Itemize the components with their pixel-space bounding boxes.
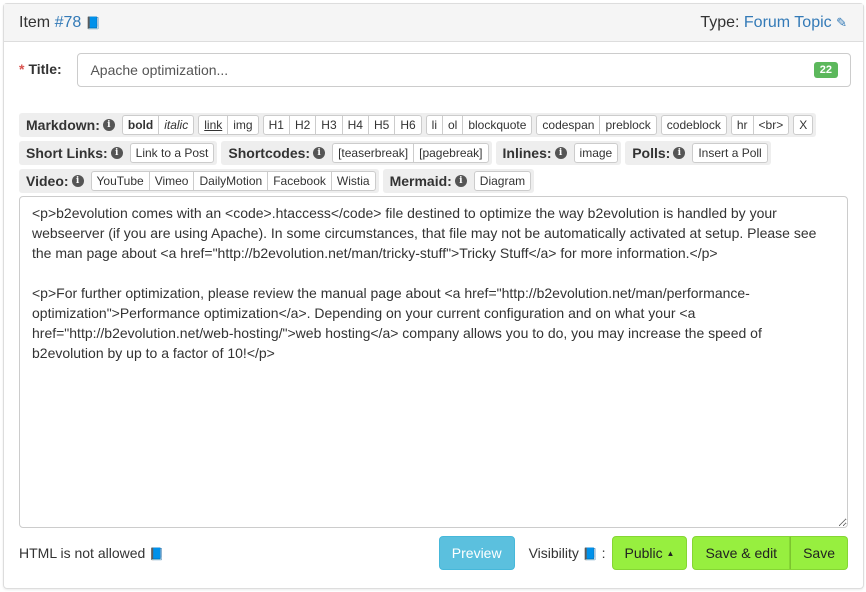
toolbar-button-ol[interactable]: ol — [442, 116, 462, 134]
panel-header: Item #78 📘 Type: Forum Topic ✎ — [4, 4, 863, 42]
toolbar-button-br[interactable]: <br> — [752, 116, 789, 134]
item-type: Type: Forum Topic ✎ — [700, 13, 847, 31]
button-group: H1 H2 H3 H4 H5 H6 — [262, 115, 422, 135]
button-group: Insert a Poll — [692, 143, 768, 163]
char-count-badge: 22 — [813, 62, 838, 78]
editor-toolbar-row: Video: i YouTube Vimeo DailyMotion Facebook Wi… — [19, 169, 535, 193]
toolbar-button-bold[interactable]: bold — [123, 116, 158, 134]
button-group: link img — [198, 115, 259, 135]
toolbar-button-img[interactable]: img — [227, 116, 257, 134]
item-number-link[interactable]: #78 — [55, 14, 82, 31]
toolbar-short-links: Short Links: i Link to a Post — [19, 141, 218, 165]
toolbar-button-h1[interactable]: H1 — [264, 116, 289, 134]
info-icon[interactable]: i — [102, 119, 115, 131]
toolbar-button-h5[interactable]: H5 — [367, 116, 394, 134]
button-group: Link to a Post — [129, 143, 215, 163]
toolbar-button-preblock[interactable]: preblock — [599, 116, 655, 134]
toolbar-button-link[interactable]: link — [199, 116, 227, 134]
visibility-dropdown[interactable]: Public ▲ — [611, 536, 688, 570]
toolbar-button-h3[interactable]: H3 — [315, 116, 341, 134]
button-group: X — [793, 115, 814, 135]
toolbar-button-image[interactable]: image — [575, 144, 618, 162]
save-and-edit-button[interactable]: Save & edit — [692, 536, 791, 570]
toolbar-button-wistia[interactable]: Wistia — [330, 172, 375, 190]
button-group: codeblock — [660, 115, 727, 135]
toolbar-shortcodes: Shortcodes: i [teaserbreak] [pagebreak] — [221, 141, 492, 165]
button-group: image — [573, 143, 619, 163]
toolbar-inlines: Inlines: i image — [495, 141, 622, 165]
book-icon[interactable]: 📘 — [149, 547, 164, 561]
toolbar-button-x[interactable]: X — [794, 116, 812, 134]
html-note: HTML is not allowed 📘 — [19, 545, 165, 561]
toolbar-button-h6[interactable]: H6 — [394, 116, 420, 134]
book-icon: 📘 — [85, 15, 101, 30]
info-icon[interactable]: i — [313, 147, 326, 159]
book-icon[interactable]: 📘 — [583, 547, 598, 561]
edit-icon[interactable]: ✎ — [836, 15, 847, 30]
button-group: li ol blockquote — [425, 115, 533, 135]
toolbar-button-vimeo[interactable]: Vimeo — [148, 172, 194, 190]
toolbar-label: Short Links: i — [26, 145, 123, 161]
toolbar-polls: Polls: i Insert a Poll — [625, 141, 771, 165]
toolbar-button-teaserbreak[interactable]: [teaserbreak] — [333, 144, 413, 162]
preview-button[interactable]: Preview — [438, 536, 515, 570]
toolbar-button-facebook[interactable]: Facebook — [267, 172, 331, 190]
item-heading: Item #78 📘 — [19, 13, 101, 31]
toolbar-button-diagram[interactable]: Diagram — [475, 172, 530, 190]
info-icon[interactable]: i — [554, 147, 567, 159]
editor-toolbar-row: Short Links: i Link to a Post Shortcodes: i [… — [19, 141, 771, 165]
info-icon[interactable]: i — [454, 175, 467, 187]
button-group: hr <br> — [730, 115, 790, 135]
toolbar-label: Polls: i — [632, 145, 686, 161]
toolbar-button-youtube[interactable]: YouTube — [92, 172, 149, 190]
toolbar-button-dailymotion[interactable]: DailyMotion — [193, 172, 267, 190]
button-group: Diagram — [473, 171, 532, 191]
visibility-label: Visibility 📘 : — [528, 545, 606, 561]
title-row: * Title: Apache optimization... 22 — [19, 53, 851, 87]
toolbar-mermaid: Mermaid: i Diagram — [382, 169, 535, 193]
toolbar-button-h4[interactable]: H4 — [341, 116, 368, 134]
toolbar-button-h2[interactable]: H2 — [288, 116, 315, 134]
required-mark: * — [19, 61, 25, 77]
toolbar-button-li[interactable]: li — [427, 116, 442, 134]
button-group: [teaserbreak] [pagebreak] — [332, 143, 489, 163]
form-footer: HTML is not allowed 📘 Preview Visibility… — [19, 536, 848, 570]
info-icon[interactable]: i — [110, 147, 123, 159]
toolbar-button-blockquote[interactable]: blockquote — [462, 116, 531, 134]
button-group: bold italic — [121, 115, 195, 135]
button-group: YouTube Vimeo DailyMotion Facebook Wistia — [90, 171, 376, 191]
toolbar-button-hr[interactable]: hr — [732, 116, 753, 134]
save-button[interactable]: Save — [790, 536, 848, 570]
button-group: codespan preblock — [536, 115, 657, 135]
caret-up-icon: ▲ — [666, 548, 675, 558]
toolbar-button-italic[interactable]: italic — [158, 116, 193, 134]
toolbar-label: Video: i — [26, 173, 84, 189]
info-icon[interactable]: i — [71, 175, 84, 187]
toolbar-video: Video: i YouTube Vimeo DailyMotion Facebook Wi… — [19, 169, 379, 193]
info-icon[interactable]: i — [673, 147, 686, 159]
toolbar-button-link-to-a-post[interactable]: Link to a Post — [131, 144, 214, 162]
editor-toolbar-row: Markdown: i bold italic link img H1 H2 H3 H4 H5 H6 l… — [19, 113, 817, 137]
toolbar-label: Markdown: i — [26, 117, 115, 133]
toolbar-button-codespan[interactable]: codespan — [537, 116, 599, 134]
toolbar-button-codeblock[interactable]: codeblock — [662, 116, 726, 134]
toolbar-label: Inlines: i — [503, 145, 567, 161]
save-button-group: Save & edit Save — [692, 536, 848, 570]
toolbar-markdown: Markdown: i bold italic link img H1 H2 H3 H4 H5 H6 l… — [19, 113, 817, 137]
toolbar-button-insert-a-poll[interactable]: Insert a Poll — [693, 144, 766, 162]
title-input[interactable]: Apache optimization... 22 — [77, 53, 851, 87]
toolbar-label: Mermaid: i — [390, 173, 467, 189]
title-label: Title: — [28, 61, 62, 77]
toolbar-button-pagebreak[interactable]: [pagebreak] — [413, 144, 487, 162]
content-textarea[interactable] — [19, 196, 848, 528]
toolbar-label: Shortcodes: i — [228, 145, 326, 161]
item-type-link[interactable]: Forum Topic — [744, 14, 832, 31]
